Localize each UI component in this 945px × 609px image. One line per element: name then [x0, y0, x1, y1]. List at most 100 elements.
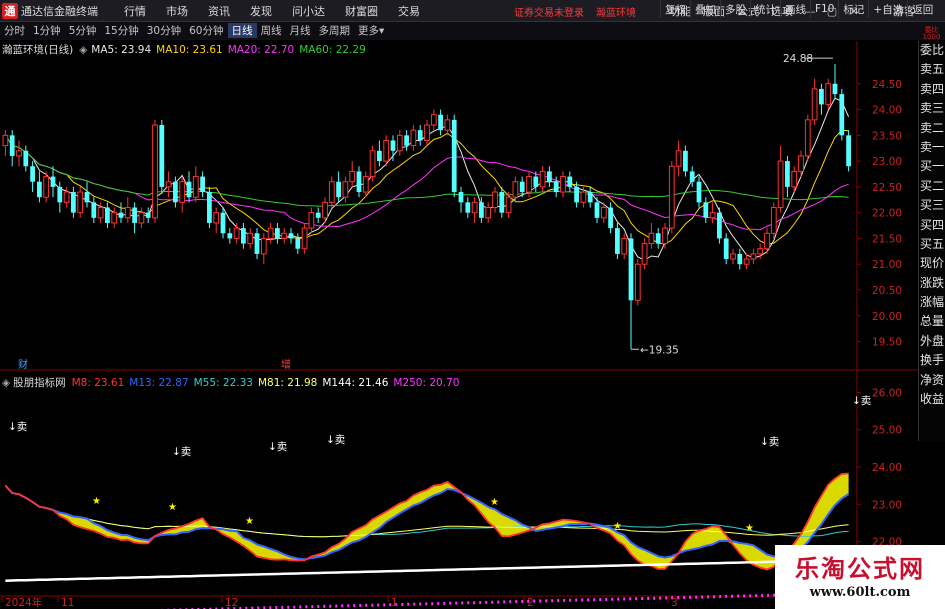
- candle-body: [336, 181, 341, 198]
- period-tab[interactable]: 1分钟: [29, 23, 65, 38]
- panel-item-buy2[interactable]: 买二: [919, 177, 945, 196]
- panel-item-sell3[interactable]: 卖三: [919, 99, 945, 118]
- star-signal: ★: [245, 516, 254, 527]
- sell-signal: ↓卖: [852, 395, 871, 407]
- order-book-panel: 委比 卖五 卖四 卖三 卖二 卖一 买一 买二 买三 买四 买五 现价 涨跌 涨…: [918, 41, 945, 441]
- mark-button[interactable]: 标记: [838, 0, 868, 18]
- period-more-button[interactable]: 更多▾: [354, 23, 388, 38]
- panel-item-change-pct[interactable]: 涨幅: [919, 293, 945, 312]
- candle-body: [465, 202, 471, 213]
- y-tick-label: 24.00: [872, 105, 902, 117]
- panel-item-outer[interactable]: 外盘: [919, 332, 945, 351]
- star-signal: ★: [613, 521, 622, 532]
- stats-button[interactable]: 统计: [750, 0, 780, 18]
- candle-body: [600, 207, 607, 219]
- candle-body: [492, 191, 498, 209]
- menu-wealth[interactable]: 财富圈: [335, 3, 388, 19]
- panel-item-volume[interactable]: 总量: [919, 312, 945, 331]
- panel-item-weibi[interactable]: 委比: [919, 41, 945, 60]
- panel-item-buy4[interactable]: 买四: [919, 216, 945, 235]
- candle-body: [308, 212, 315, 229]
- panel-item-sell1[interactable]: 卖一: [919, 138, 945, 157]
- candle-body: [675, 150, 682, 167]
- candle-body: [634, 263, 641, 301]
- panel-item-netasset[interactable]: 净资: [919, 371, 945, 390]
- candle-body: [267, 227, 274, 239]
- candle-body: [207, 192, 212, 223]
- candle-body: [30, 166, 35, 182]
- panel-item-earnings[interactable]: 收益: [919, 390, 945, 409]
- candle-body: [458, 192, 464, 203]
- period-tab[interactable]: 30分钟: [143, 23, 185, 38]
- y-tick-label: 23.00: [872, 156, 902, 168]
- app-title: 通达信金融终端: [21, 4, 98, 18]
- period-tab[interactable]: 分时: [0, 23, 29, 38]
- candle-body: [301, 227, 308, 250]
- period-tab[interactable]: 60分钟: [185, 23, 227, 38]
- star-signal: ★: [490, 497, 499, 508]
- candle-body: [737, 253, 743, 265]
- menu-market[interactable]: 市场: [156, 3, 198, 19]
- period-tab[interactable]: 多周期: [315, 23, 355, 38]
- indicator-info-line: ◈ 股朋指标网 M8: 23.61 M13: 22.87 M55: 22.33 …: [2, 375, 464, 390]
- candle-body: [703, 202, 709, 218]
- main-info-line: 瀚蓝环境(日线) ◈ MA5: 23.94 MA10: 23.61 MA20: …: [2, 42, 371, 57]
- candle-body: [811, 88, 818, 121]
- x-tick-label: 3: [671, 597, 678, 609]
- menu-news[interactable]: 资讯: [198, 3, 240, 19]
- candle-body: [220, 212, 226, 234]
- menu-ask[interactable]: 问小达: [282, 3, 335, 19]
- panel-item-sell4[interactable]: 卖四: [919, 80, 945, 99]
- f10-button[interactable]: F10: [810, 0, 838, 18]
- candle-body: [839, 94, 845, 136]
- multi-stock-button[interactable]: 多股: [720, 0, 750, 18]
- menu-quotes[interactable]: 行情: [114, 3, 156, 19]
- m55-label: M55: 22.33: [193, 376, 253, 389]
- back-button[interactable]: 返回: [907, 0, 937, 18]
- panel-item-buy1[interactable]: 买一: [919, 157, 945, 176]
- draw-line-button[interactable]: 画线: [780, 0, 810, 18]
- panel-item-buy5[interactable]: 买五: [919, 235, 945, 254]
- candle-body: [485, 207, 492, 219]
- login-warning[interactable]: 证券交易未登录: [514, 4, 584, 19]
- panel-item-buy3[interactable]: 买三: [919, 196, 945, 215]
- menu-trade[interactable]: 交易: [388, 3, 430, 19]
- panel-item-change[interactable]: 涨跌: [919, 274, 945, 293]
- period-tab[interactable]: 15分钟: [100, 23, 142, 38]
- candle-body: [43, 176, 50, 198]
- panel-item-sell2[interactable]: 卖二: [919, 119, 945, 138]
- settings-icon[interactable]: ◈: [2, 377, 10, 389]
- chart-canvas[interactable]: 24.50 24.00 23.50 23.00 22.50 22.00 21.50 21.00…: [0, 40, 918, 609]
- period-tab[interactable]: 5分钟: [65, 23, 101, 38]
- candle-body: [785, 161, 790, 187]
- candle-body: [696, 181, 702, 203]
- candle-body: [23, 150, 29, 167]
- adjust-button[interactable]: 复权: [660, 0, 690, 18]
- candle-body: [770, 207, 777, 234]
- period-tab-active[interactable]: 日线: [227, 23, 257, 38]
- period-tab[interactable]: 周线: [257, 23, 286, 38]
- panel-item-turnover[interactable]: 换手: [919, 351, 945, 370]
- settings-icon[interactable]: ◈: [79, 44, 87, 56]
- panel-item-sell5[interactable]: 卖五: [919, 60, 945, 79]
- x-tick-label: 1: [391, 597, 398, 609]
- m13-label: M13: 22.87: [129, 376, 189, 389]
- app-logo: 通: [2, 2, 18, 19]
- candle-body: [200, 176, 205, 193]
- panel-item-price[interactable]: 现价: [919, 254, 945, 273]
- candle-body: [369, 150, 376, 178]
- m8-m13-band: [5, 473, 849, 570]
- candle-body: [16, 150, 22, 157]
- overlay-button[interactable]: 叠加: [690, 0, 720, 18]
- star-signal: ★: [92, 496, 101, 507]
- add-watchlist-button[interactable]: +自选: [868, 0, 907, 18]
- candle-body: [547, 171, 552, 182]
- menu-discover[interactable]: 发现: [240, 3, 282, 19]
- candle-body: [479, 202, 484, 218]
- candle-body: [580, 191, 587, 203]
- sell-signal: ↓卖: [268, 441, 287, 453]
- candle-body: [574, 186, 579, 203]
- period-tab[interactable]: 月线: [286, 23, 315, 38]
- candle-body: [342, 181, 349, 198]
- candle-body: [560, 176, 566, 193]
